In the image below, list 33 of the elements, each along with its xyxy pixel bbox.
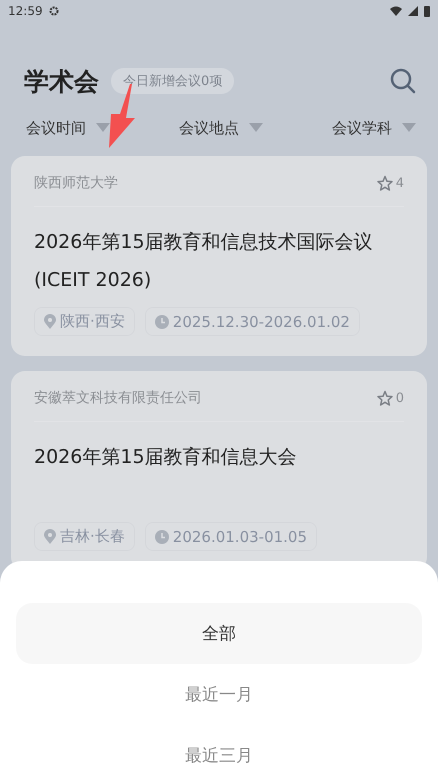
conference-title: 2026年第15届教育和信息技术国际会议(ICEIT 2026) bbox=[34, 230, 374, 293]
date-tag: 2025.12.30-2026.01.02 bbox=[144, 307, 360, 336]
location-pin-icon bbox=[44, 529, 56, 544]
time-option[interactable]: 全部 bbox=[16, 603, 422, 664]
organizer-name: 安徽萃文科技有限责任公司 bbox=[34, 389, 202, 407]
time-option[interactable]: 最近三月 bbox=[16, 725, 422, 783]
favorite-count: 0 bbox=[396, 390, 404, 406]
clock-icon bbox=[154, 314, 169, 328]
conference-card[interactable]: 陕西师范大学 4 2026年第15届教育和信息技术国际会议(ICEIT 2026) 陕西·西安 2025.12.30-2026.01.02 bbox=[11, 156, 427, 356]
signal-icon bbox=[408, 6, 418, 16]
search-icon[interactable] bbox=[390, 68, 416, 94]
gear-icon bbox=[48, 6, 59, 16]
location-pin-icon bbox=[44, 314, 56, 329]
star-icon[interactable] bbox=[376, 175, 393, 191]
location-tag: 陕西·西安 bbox=[34, 307, 135, 336]
wifi-icon bbox=[390, 6, 402, 16]
date-tag: 2026.01.03-01.05 bbox=[144, 522, 318, 551]
filter-dropdown[interactable]: 会议地点 bbox=[179, 118, 263, 138]
favorite-count: 4 bbox=[396, 176, 404, 190]
filter-dropdown[interactable]: 会议时间 bbox=[26, 118, 110, 138]
caret-icon bbox=[402, 123, 416, 133]
filter-dropdown[interactable]: 会议学科 bbox=[332, 118, 416, 138]
app-title: 学术会 bbox=[24, 66, 99, 98]
star-icon[interactable] bbox=[376, 390, 393, 406]
time-option[interactable]: 最近一月 bbox=[16, 664, 422, 725]
organizer-name: 陕西师范大学 bbox=[34, 174, 118, 192]
status-time: 12:59 bbox=[8, 4, 43, 18]
clock-icon bbox=[154, 530, 169, 544]
location-tag: 吉林·长春 bbox=[34, 522, 135, 551]
battery-icon bbox=[424, 5, 430, 17]
caret-icon bbox=[249, 123, 263, 133]
caret-icon bbox=[96, 123, 110, 133]
conference-title: 2026年第15届教育和信息大会 bbox=[34, 445, 298, 470]
